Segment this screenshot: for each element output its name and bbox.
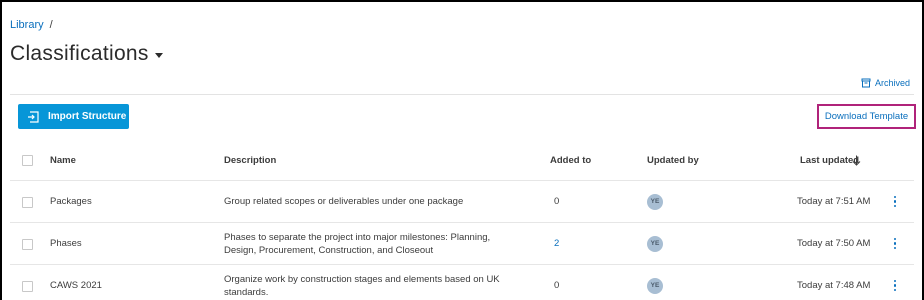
row-description: Group related scopes or deliverables und… — [224, 196, 464, 207]
row-added-to: 0 — [550, 181, 610, 222]
row-last-updated: Today at 7:51 AM — [797, 196, 871, 207]
row-more-button[interactable] — [890, 265, 900, 300]
column-header-description[interactable]: Description — [224, 140, 524, 180]
archived-label: Archived — [874, 78, 910, 88]
row-name: CAWS 2021 — [50, 280, 102, 291]
row-name: Phases — [50, 238, 82, 249]
row-description: Organize work by construction stages and… — [224, 273, 500, 298]
breadcrumb: Library / — [10, 19, 53, 31]
kebab-menu-icon — [893, 195, 897, 208]
column-header-added-to[interactable]: Added to — [550, 140, 610, 180]
added-to-link[interactable]: 2 — [554, 238, 559, 249]
added-to-count: 0 — [554, 280, 560, 291]
app-frame: Library / Classifications Archived Impor… — [0, 0, 924, 300]
archive-box-icon — [861, 78, 871, 88]
row-description: Phases to separate the project into majo… — [224, 231, 491, 256]
import-structure-button[interactable]: Import Structure — [18, 104, 129, 129]
kebab-menu-icon — [893, 237, 897, 250]
import-structure-label: Import Structure — [48, 111, 127, 122]
table-header-row: Name Description Added to Updated by Las… — [10, 140, 914, 181]
table-row[interactable]: Phases Phases to separate the project in… — [10, 223, 914, 265]
archived-link[interactable]: Archived — [861, 78, 910, 88]
avatar: YE — [647, 277, 663, 294]
row-checkbox[interactable] — [22, 238, 33, 250]
select-all-checkbox[interactable] — [22, 155, 33, 166]
row-checkbox[interactable] — [22, 196, 33, 208]
import-structure-icon — [28, 110, 39, 123]
caret-down-icon — [154, 53, 163, 58]
row-more-button[interactable] — [890, 223, 900, 264]
row-added-to: 2 — [550, 223, 610, 264]
table-row[interactable]: CAWS 2021 Organize work by construction … — [10, 265, 914, 300]
row-updated-by: YE — [647, 181, 663, 222]
table-row[interactable]: Packages Group related scopes or deliver… — [10, 181, 914, 223]
divider — [10, 94, 914, 95]
breadcrumb-separator: / — [49, 19, 53, 31]
row-updated-by: YE — [647, 265, 663, 300]
breadcrumb-library-link[interactable]: Library — [10, 19, 44, 31]
column-header-updated-by[interactable]: Updated by — [647, 140, 699, 180]
row-last-updated: Today at 7:48 AM — [797, 280, 871, 291]
row-added-to: 0 — [550, 265, 610, 300]
row-more-button[interactable] — [890, 181, 900, 222]
added-to-count: 0 — [554, 196, 560, 207]
row-checkbox[interactable] — [22, 280, 33, 292]
row-name: Packages — [50, 196, 92, 207]
page-title: Classifications — [10, 42, 149, 65]
kebab-menu-icon — [893, 279, 897, 292]
avatar: YE — [647, 193, 663, 210]
classifications-table: Name Description Added to Updated by Las… — [10, 140, 914, 300]
title-dropdown[interactable]: Classifications — [10, 42, 163, 66]
row-last-updated: Today at 7:50 AM — [797, 238, 871, 249]
sort-descending-button[interactable] — [852, 140, 861, 180]
download-template-button[interactable]: Download Template — [817, 104, 916, 129]
row-updated-by: YE — [647, 223, 663, 264]
avatar: YE — [647, 235, 663, 252]
arrow-down-icon — [852, 155, 861, 166]
column-header-name[interactable]: Name — [50, 140, 76, 180]
